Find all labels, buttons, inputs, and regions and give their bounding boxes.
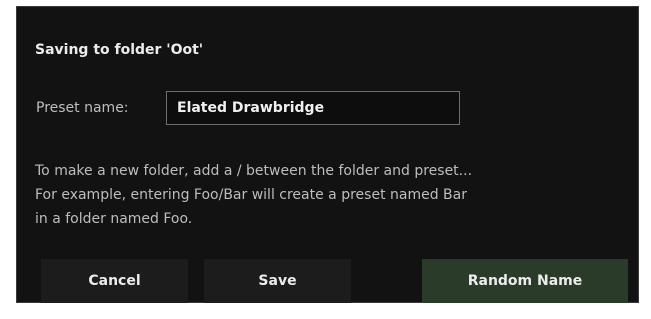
dialog-title: Saving to folder 'Oot'	[35, 42, 204, 58]
help-text: To make a new folder, add a / between th…	[35, 159, 625, 231]
help-line: in a folder named Foo.	[35, 211, 193, 227]
save-button[interactable]: Save	[204, 259, 351, 303]
help-line: For example, entering Foo/Bar will creat…	[35, 187, 467, 203]
cancel-button[interactable]: Cancel	[41, 259, 188, 303]
preset-name-input[interactable]	[166, 91, 460, 125]
help-line: To make a new folder, add a / between th…	[35, 163, 473, 179]
random-name-button[interactable]: Random Name	[422, 259, 628, 303]
preset-name-label: Preset name:	[36, 100, 129, 116]
save-preset-dialog: Saving to folder 'Oot' Preset name: To m…	[16, 6, 639, 303]
